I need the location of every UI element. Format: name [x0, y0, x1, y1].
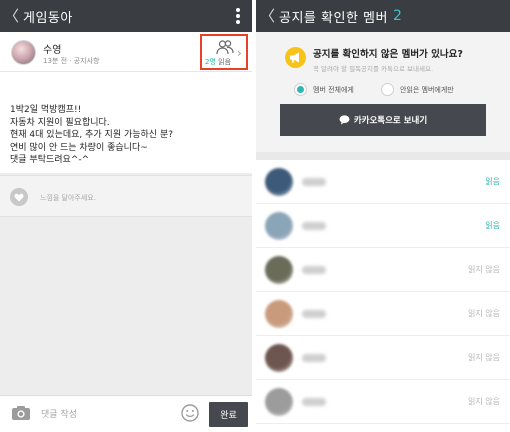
page-title: 공지를 확인한 멤버 — [279, 10, 388, 26]
back-button[interactable]: 〈 — [0, 0, 23, 32]
member-name-blurred — [302, 398, 326, 406]
member-name-blurred — [302, 266, 326, 274]
readers-text: 2명 읽음 — [205, 57, 231, 67]
chat-bubble-icon — [339, 115, 350, 125]
send-kakaotalk-label: 카카오톡으로 보내기 — [353, 116, 428, 126]
radio-all-members-label[interactable]: 멤버 전체에게 — [313, 85, 354, 95]
people-icon — [216, 40, 234, 55]
read-status: 읽지 않음 — [468, 353, 500, 362]
post-body: 1박2일 먹방캠프!! 자동차 지원이 필요합니다. 현재 4대 있는데요, 추가 … — [10, 104, 173, 167]
readers-count: 2명 — [205, 58, 216, 66]
notice-subtitle: 꼭 알려야 할 필독공지를 카톡으로 보내세요. — [313, 65, 434, 73]
author-name[interactable]: 수영 — [43, 41, 61, 56]
notice-title: 공지를 확인하지 않은 멤버가 있나요? — [313, 49, 463, 60]
send-kakaotalk-button[interactable]: 카카오톡으로 보내기 — [280, 104, 486, 136]
megaphone-icon — [285, 47, 306, 68]
avatar[interactable] — [265, 388, 293, 416]
post-line: 댓글 부탁드려요^-^ — [10, 155, 90, 165]
page-title: 게임동아 — [23, 10, 73, 26]
post-meta: 13분 전 · 공지사항 — [43, 57, 100, 65]
avatar[interactable] — [265, 256, 293, 284]
member-row[interactable]: 읽음 — [256, 160, 510, 204]
post-line: 현재 4대 있는데요, 추가 지원 가능하신 분? — [10, 130, 174, 140]
read-members-screen: 〈 공지를 확인한 멤버 2 공지를 확인하지 않은 멤버가 있나요? 꼭 알려… — [256, 0, 510, 432]
avatar[interactable] — [11, 40, 36, 65]
heart-icon[interactable] — [10, 188, 28, 206]
members-header: 〈 공지를 확인한 멤버 2 — [256, 0, 510, 32]
radio-unread-members-label[interactable]: 안읽은 멤버에게만 — [400, 85, 454, 95]
member-row[interactable]: 읽지 않음 — [256, 292, 510, 336]
read-status: 읽음 — [485, 221, 500, 230]
radio-unread-members[interactable] — [381, 83, 394, 96]
post-line: 자동차 지원이 필요합니다. — [10, 117, 110, 128]
comment-composer: 완료 — [0, 395, 252, 432]
reaction-row[interactable]: 느낌을 달아주세요. — [0, 175, 252, 217]
avatar[interactable] — [265, 300, 293, 328]
member-name-blurred — [302, 178, 326, 186]
post-line: 1박2일 먹방캠프!! — [10, 105, 82, 115]
back-button[interactable]: 〈 — [256, 0, 279, 32]
submit-comment-button[interactable]: 완료 — [209, 402, 248, 427]
readers-label: 읽음 — [218, 58, 232, 66]
member-name-blurred — [302, 354, 326, 362]
emoticon-icon[interactable] — [181, 404, 199, 422]
read-status: 읽음 — [485, 177, 500, 186]
member-row[interactable]: 읽음 — [256, 204, 510, 248]
member-row[interactable]: 읽지 않음 — [256, 336, 510, 380]
post-header: 〈 게임동아 — [0, 0, 252, 32]
radio-all-members[interactable] — [294, 83, 307, 96]
member-name-blurred — [302, 310, 326, 318]
read-status: 읽지 않음 — [468, 265, 500, 274]
reaction-prompt: 느낌을 달아주세요. — [40, 194, 96, 202]
avatar[interactable] — [265, 212, 293, 240]
notice-reminder-card: 공지를 확인하지 않은 멤버가 있나요? 꼭 알려야 할 필독공지를 카톡으로 … — [256, 32, 510, 152]
member-row[interactable]: 읽지 않음 — [256, 248, 510, 292]
comment-input[interactable] — [41, 405, 175, 425]
camera-icon[interactable] — [11, 405, 31, 421]
read-status: 읽지 않음 — [468, 309, 500, 318]
member-row[interactable]: 읽지 않음 — [256, 380, 510, 424]
post-screen: 〈 게임동아 수영 13분 전 · 공지사항 1박2일 먹방캠프!! 자동차 지원… — [0, 0, 252, 432]
avatar[interactable] — [265, 344, 293, 372]
chevron-right-icon[interactable]: › — [237, 46, 242, 60]
post-line: 연비 많이 안 드는 차량이 좋습니다~ — [10, 142, 148, 153]
member-list: 읽음 읽음 읽지 않음 읽지 않음 읽지 않음 읽지 않음 — [256, 160, 510, 424]
section-separator — [256, 152, 510, 160]
read-status: 읽지 않음 — [468, 397, 500, 406]
avatar[interactable] — [265, 168, 293, 196]
member-name-blurred — [302, 222, 326, 230]
read-count: 2 — [392, 8, 402, 24]
more-options-icon[interactable] — [236, 8, 240, 24]
